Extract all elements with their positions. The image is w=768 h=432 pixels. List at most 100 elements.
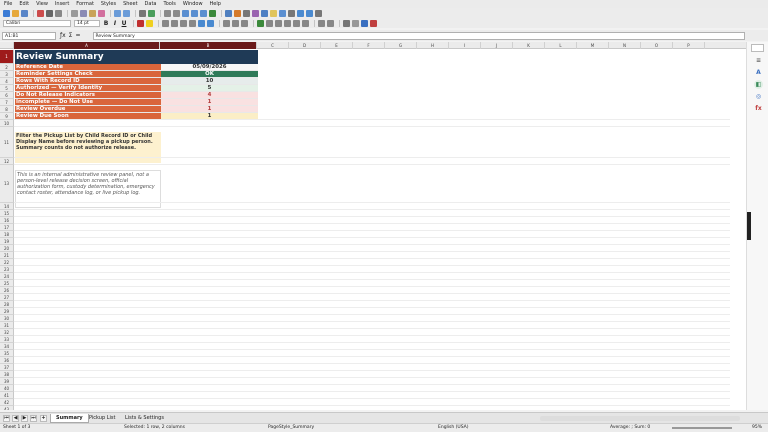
row-header[interactable]: 22 (0, 259, 14, 266)
merge-center-icon[interactable] (207, 19, 214, 27)
print-preview-icon[interactable] (55, 9, 62, 17)
row-header[interactable]: 5 (0, 85, 14, 92)
headers-footers-icon[interactable] (279, 9, 286, 17)
next-sheet-button[interactable]: ▶ (21, 415, 28, 422)
paste-icon[interactable] (89, 9, 96, 17)
tab-lists-settings[interactable]: Lists & Settings (120, 414, 169, 423)
autofilter-icon[interactable] (209, 9, 216, 17)
delete-decimal-icon[interactable] (302, 19, 309, 27)
name-box[interactable]: A1:B1 (2, 31, 56, 40)
clone-formatting-icon[interactable] (98, 9, 105, 17)
align-left-icon[interactable] (162, 19, 169, 27)
sidebar-menu-icon[interactable] (751, 44, 764, 52)
row-header[interactable]: 17 (0, 224, 14, 231)
menu-tools[interactable]: Tools (164, 1, 176, 7)
copy-icon[interactable] (80, 9, 87, 17)
row-header[interactable]: 39 (0, 378, 14, 385)
summary-value[interactable]: 4 (161, 92, 258, 99)
borders-icon[interactable] (343, 19, 350, 27)
justify-icon[interactable] (189, 19, 196, 27)
menu-sheet[interactable]: Sheet (123, 1, 137, 7)
align-top-icon[interactable] (223, 19, 230, 27)
gallery-icon[interactable]: ◧ (754, 80, 763, 89)
row-header[interactable]: 27 (0, 294, 14, 301)
column-header-j[interactable]: J (481, 42, 513, 49)
sort-icon[interactable] (182, 9, 189, 17)
sum-icon[interactable]: Σ (69, 32, 73, 39)
summary-label[interactable]: Authorized — Verify Identity (15, 85, 161, 92)
sheet-title[interactable]: Review Summary (15, 50, 258, 64)
column-header-k[interactable]: K (513, 42, 545, 49)
add-sheet-button[interactable]: + (40, 415, 47, 422)
menu-data[interactable]: Data (145, 1, 157, 7)
row-header[interactable]: 31 (0, 322, 14, 329)
tab-pickup-list[interactable]: Pickup List (84, 414, 120, 423)
menu-format[interactable]: Format (76, 1, 94, 7)
print-icon[interactable] (46, 9, 53, 17)
row-header[interactable]: 6 (0, 92, 14, 99)
menu-insert[interactable]: Insert (55, 1, 69, 7)
row-header[interactable]: 20 (0, 245, 14, 252)
row-header[interactable]: 34 (0, 343, 14, 350)
row-header[interactable]: 11 (0, 127, 14, 158)
row-header[interactable]: 2 (0, 64, 14, 71)
summary-label[interactable]: Reference Date (15, 64, 161, 71)
zoom-slider[interactable] (672, 427, 732, 429)
row-header[interactable]: 42 (0, 399, 14, 406)
row-header[interactable]: 16 (0, 217, 14, 224)
row-header[interactable]: 23 (0, 266, 14, 273)
summary-label[interactable]: Rows With Record ID (15, 78, 161, 85)
align-right-icon[interactable] (180, 19, 187, 27)
comment-icon[interactable] (270, 9, 277, 17)
tab-summary[interactable]: Summary (50, 414, 89, 423)
summary-label[interactable]: Incomplete — Do Not Use (15, 99, 161, 106)
column-header-m[interactable]: M (577, 42, 609, 49)
filter-instruction-note[interactable]: Filter the Pickup List by Child Record I… (15, 132, 161, 163)
row-header[interactable]: 37 (0, 364, 14, 371)
page-style[interactable]: PageStyle_Summary (268, 424, 314, 432)
row-header[interactable]: 14 (0, 203, 14, 210)
sort-ascending-icon[interactable] (191, 9, 198, 17)
column-header-p[interactable]: P (673, 42, 705, 49)
summary-value[interactable]: 1 (161, 106, 258, 113)
row-header[interactable]: 35 (0, 350, 14, 357)
highlight-color-icon[interactable] (146, 19, 153, 27)
row-icon[interactable] (164, 9, 171, 17)
percent-format-icon[interactable] (266, 19, 273, 27)
border-style-icon[interactable] (352, 19, 359, 27)
first-sheet-button[interactable]: ⏮ (3, 415, 10, 422)
menu-window[interactable]: Window (183, 1, 203, 7)
row-header[interactable]: 13 (0, 165, 14, 203)
find-replace-icon[interactable] (139, 9, 146, 17)
conditional-format-icon[interactable] (370, 19, 377, 27)
row-header[interactable]: 3 (0, 71, 14, 78)
row-header[interactable]: 21 (0, 252, 14, 259)
align-center-icon[interactable] (171, 19, 178, 27)
row-header[interactable]: 26 (0, 287, 14, 294)
column-header-n[interactable]: N (609, 42, 641, 49)
define-print-area-icon[interactable] (288, 9, 295, 17)
column-header-b[interactable]: B (160, 42, 257, 49)
menu-styles[interactable]: Styles (101, 1, 116, 7)
font-name-box[interactable]: Calibri (3, 19, 71, 27)
summary-value[interactable]: 1 (161, 99, 258, 106)
column-header-e[interactable]: E (321, 42, 353, 49)
row-header[interactable]: 30 (0, 315, 14, 322)
function-wizard-icon[interactable]: ƒx (60, 32, 66, 39)
redo-icon[interactable] (123, 9, 130, 17)
sort-descending-icon[interactable] (200, 9, 207, 17)
row-header[interactable]: 32 (0, 329, 14, 336)
summary-value[interactable]: 05/09/2026 (161, 64, 258, 71)
column-icon[interactable] (173, 9, 180, 17)
row-header[interactable]: 43 (0, 406, 14, 410)
row-header[interactable]: 19 (0, 238, 14, 245)
summary-label[interactable]: Reminder Settings Check (15, 71, 161, 78)
insert-image-icon[interactable] (225, 9, 232, 17)
export-pdf-icon[interactable] (37, 9, 44, 17)
row-header[interactable]: 4 (0, 78, 14, 85)
row-header[interactable]: 9 (0, 113, 14, 120)
properties-icon[interactable]: ≡ (754, 56, 763, 65)
formula-icon[interactable]: = (75, 32, 80, 39)
new-document-icon[interactable] (3, 9, 10, 17)
summary-label[interactable]: Review Overdue (15, 106, 161, 113)
